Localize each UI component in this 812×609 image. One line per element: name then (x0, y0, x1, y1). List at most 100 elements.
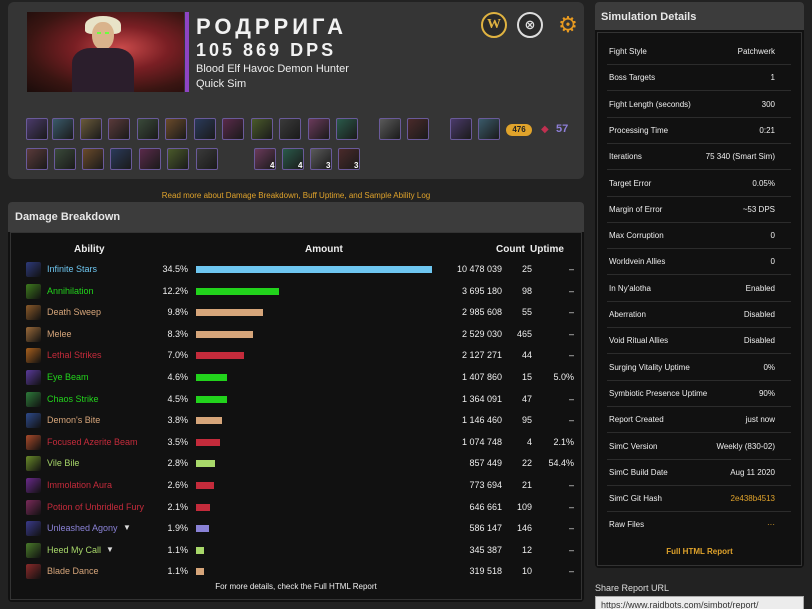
ability-row[interactable]: Chaos Strike 4.5% 1 364 091 47 – (26, 391, 578, 408)
ability-row[interactable]: Death Sweep 9.8% 2 985 608 55 – (26, 305, 578, 321)
row-divider (607, 142, 791, 144)
damage-amount: 773 694 (469, 480, 502, 490)
gear-slot-icon[interactable] (336, 118, 358, 140)
sim-detail-key: Void Ritual Allies (609, 336, 669, 346)
ability-icon (26, 370, 41, 385)
ability-name[interactable]: Focused Azerite Beam (47, 437, 138, 447)
gear-slot-icon[interactable] (26, 118, 48, 140)
ability-row[interactable]: Focused Azerite Beam 3.5% 1 074 748 4 2.1% (26, 434, 578, 451)
ability-row[interactable]: Unleashed Agony ▼ 1.9% 586 147 146 – (26, 521, 578, 537)
sim-detail-row: SimC Build Date Aug 11 2020 (609, 468, 775, 482)
ability-name[interactable]: Lethal Strikes (47, 350, 102, 360)
ability-icon (26, 564, 41, 580)
expand-caret-icon[interactable]: ▼ (106, 545, 114, 554)
share-gear-icon[interactable]: ⚙ (555, 12, 581, 38)
count-header[interactable]: Count (496, 244, 525, 255)
ability-name[interactable]: Demon's Bite (47, 415, 100, 425)
simulation-details-title: Simulation Details (595, 2, 804, 30)
ability-name[interactable]: Vile Bile (47, 458, 79, 468)
ability-row[interactable]: Infinite Stars 34.5% 10 478 039 25 – (26, 262, 578, 278)
uptime-header[interactable]: Uptime (530, 244, 564, 255)
ability-row[interactable]: Immolation Aura 2.6% 773 694 21 – (26, 478, 578, 494)
damage-amount: 10 478 039 (456, 264, 502, 274)
sim-detail-row: SimC Git Hash 2e438b4513 (609, 494, 775, 508)
sim-detail-key: Margin of Error (609, 204, 663, 214)
hit-count: 98 (521, 285, 532, 296)
gear-slot-icon[interactable] (137, 118, 159, 140)
gear-slot-icon[interactable] (80, 118, 102, 140)
gear-rank-badge: 3 (354, 161, 359, 170)
ability-name[interactable]: Blade Dance (47, 566, 99, 576)
ability-row[interactable]: Annihilation 12.2% 3 695 180 98 – (26, 283, 578, 300)
gear-rank-badge: 4 (298, 161, 303, 170)
gear-slot-icon[interactable] (165, 118, 187, 140)
ability-icon (26, 326, 41, 342)
damage-percent: 7.0% (167, 350, 188, 361)
ability-icon (26, 542, 41, 558)
sim-detail-value[interactable]: ··· (767, 520, 775, 529)
item-level-badge: 476 (506, 124, 532, 136)
ability-name[interactable]: Heed My Call (47, 545, 101, 555)
row-divider (607, 169, 791, 171)
ability-row[interactable]: Melee 8.3% 2 529 030 465 – (26, 326, 578, 343)
ability-name[interactable]: Death Sweep (47, 307, 101, 317)
hit-count: 21 (521, 480, 532, 490)
share-url-field[interactable]: https://www.raidbots.com/simbot/report/ (595, 596, 804, 609)
expand-caret-icon[interactable]: ▼ (123, 523, 131, 532)
sim-detail-key: Fight Length (seconds) (609, 99, 691, 109)
read-more-link[interactable]: Read more about Damage Breakdown, Buff U… (0, 191, 592, 200)
gear-slot-icon[interactable] (308, 118, 330, 140)
ability-row[interactable]: Lethal Strikes 7.0% 2 127 271 44 – (26, 348, 578, 364)
gear-slot-icon[interactable] (26, 148, 48, 170)
gear-slot-icon[interactable] (407, 118, 429, 140)
full-html-report-link[interactable]: Full HTML Report (595, 547, 804, 556)
sim-detail-value: 90% (758, 388, 775, 398)
gear-slot-icon[interactable] (222, 118, 244, 140)
gear-slot-icon[interactable] (450, 118, 472, 140)
gear-slot-icon[interactable] (279, 118, 301, 140)
gear-slot-icon[interactable] (251, 118, 273, 140)
gear-slot-icon[interactable] (54, 148, 76, 170)
gear-slot-icon[interactable] (478, 118, 500, 140)
sim-detail-key: Target Error (609, 178, 652, 188)
ability-name[interactable]: Immolation Aura (47, 480, 112, 490)
row-divider (607, 432, 791, 434)
character-portrait (27, 12, 184, 92)
gear-slot-icon[interactable] (52, 118, 74, 140)
raidbots-icon[interactable]: ⊗ (517, 12, 543, 38)
damage-breakdown-footer[interactable]: For more details, check the Full HTML Re… (0, 582, 592, 591)
ability-row[interactable]: Vile Bile 2.8% 857 449 22 54.4% (26, 456, 578, 472)
ability-row[interactable]: Blade Dance 1.1% 319 518 10 – (26, 564, 578, 580)
sim-detail-key: Surging Vitality Uptime (609, 362, 690, 372)
ability-name[interactable]: Infinite Stars (47, 264, 97, 274)
sim-detail-value: 0 (770, 231, 775, 241)
ability-header[interactable]: Ability (74, 244, 105, 255)
sim-detail-key: Fight Style (609, 47, 647, 56)
uptime-value: – (568, 523, 574, 534)
essence-rank: 57 (556, 123, 569, 135)
ability-name[interactable]: Unleashed Agony (47, 523, 118, 533)
gear-slot-icon[interactable] (108, 118, 130, 140)
ability-name[interactable]: Potion of Unbridled Fury (47, 502, 144, 512)
ability-name[interactable]: Melee (47, 329, 72, 339)
gear-slot-icon[interactable] (139, 148, 161, 170)
gear-slot-icon[interactable] (379, 118, 401, 140)
ability-row[interactable]: Heed My Call ▼ 1.1% 345 387 12 – (26, 542, 578, 559)
ability-name[interactable]: Eye Beam (47, 372, 89, 382)
ability-row[interactable]: Potion of Unbridled Fury 2.1% 646 661 109 – (26, 499, 578, 516)
ability-name[interactable]: Annihilation (47, 286, 94, 296)
gear-slot-icon[interactable] (110, 148, 132, 170)
amount-header[interactable]: Amount (305, 244, 343, 255)
sim-detail-value[interactable]: 2e438b4513 (731, 494, 776, 503)
gear-slot-icon[interactable] (167, 148, 189, 170)
dps-value: 105 869 DPS (196, 40, 337, 60)
ability-row[interactable]: Demon's Bite 3.8% 1 146 460 95 – (26, 413, 578, 429)
wow-logo-icon[interactable]: W (481, 12, 507, 38)
gear-slot-icon[interactable] (196, 148, 218, 170)
ability-name[interactable]: Chaos Strike (47, 394, 99, 404)
ability-row[interactable]: Eye Beam 4.6% 1 407 860 15 5.0% (26, 370, 578, 386)
sim-detail-key: SimC Version (609, 441, 658, 451)
gear-slot-icon[interactable] (194, 118, 216, 140)
row-divider (607, 327, 791, 328)
gear-slot-icon[interactable] (82, 148, 104, 170)
